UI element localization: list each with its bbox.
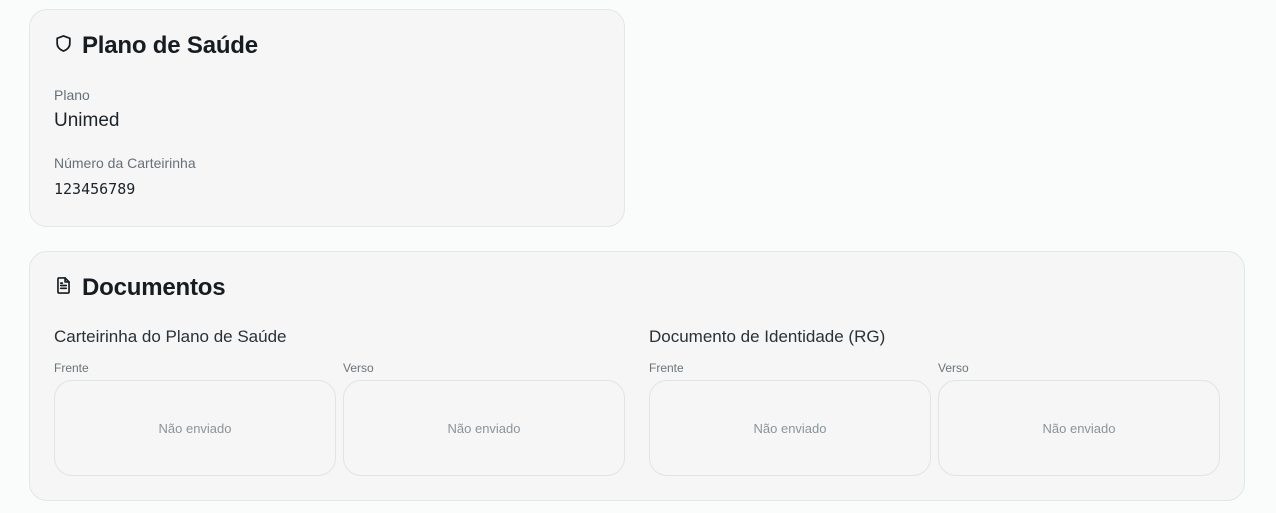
documents-card: Documentos Carteirinha do Plano de Saúde… <box>29 251 1245 501</box>
plan-value: Unimed <box>54 110 120 131</box>
health-plan-card: Plano de Saúde Plano Unimed Número da Ca… <box>29 9 625 227</box>
health-card-back-label: Verso <box>343 361 374 375</box>
id-front-status: Não enviado <box>753 420 827 436</box>
health-card-front-upload[interactable]: Não enviado <box>54 380 336 476</box>
document-icon <box>54 274 73 302</box>
id-back-label: Verso <box>938 361 969 375</box>
documents-title: Documentos <box>54 274 226 302</box>
health-card-back-status: Não enviado <box>447 420 521 436</box>
doc-group-title-health-card: Carteirinha do Plano de Saúde <box>54 327 287 346</box>
id-front-label: Frente <box>649 361 684 375</box>
health-card-front-status: Não enviado <box>158 420 232 436</box>
health-card-front-label: Frente <box>54 361 89 375</box>
id-back-upload[interactable]: Não enviado <box>938 380 1220 476</box>
id-back-status: Não enviado <box>1042 420 1116 436</box>
card-number-value: 123456789 <box>54 180 136 198</box>
plan-label: Plano <box>54 87 90 103</box>
shield-icon <box>54 32 73 60</box>
documents-title-text: Documentos <box>82 274 226 301</box>
card-number-label: Número da Carteirinha <box>54 155 196 171</box>
health-card-back-upload[interactable]: Não enviado <box>343 380 625 476</box>
id-front-upload[interactable]: Não enviado <box>649 380 931 476</box>
health-plan-title-text: Plano de Saúde <box>82 32 258 59</box>
doc-group-title-id: Documento de Identidade (RG) <box>649 327 886 346</box>
health-plan-title: Plano de Saúde <box>54 32 258 60</box>
